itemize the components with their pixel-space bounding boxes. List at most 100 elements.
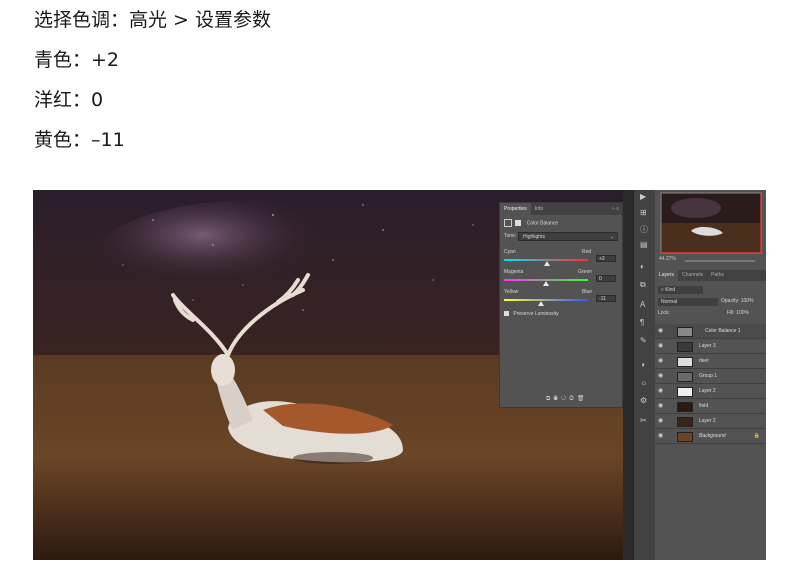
tab-properties[interactable]: Properties (500, 203, 531, 215)
tab-layers[interactable]: Layers (655, 270, 679, 281)
visibility-icon[interactable]: ◎ (569, 396, 577, 402)
tool-strip: ▶ ⊞ ⓘ ▤ ◐ ⧉ A ¶ ✎ ◑ ☼ ⚙ ✂ (633, 190, 656, 560)
color-icon[interactable]: ◐ (640, 262, 645, 271)
magenta-green-value[interactable]: 0 (596, 275, 616, 282)
histogram-icon[interactable]: ▤ (640, 240, 648, 249)
styles-icon[interactable]: ☼ (640, 378, 647, 387)
chevron-down-icon: ⌄ (609, 234, 614, 240)
lock-icon: 🔒 (753, 433, 760, 439)
layer-thumbnail (677, 327, 693, 337)
fill-control[interactable]: Fill: 100% (727, 310, 749, 316)
lock-controls: Lock: (658, 310, 670, 316)
instruction-line-1: 选择色调：高光 > 设置参数 (34, 9, 271, 31)
layer-row[interactable]: ◉ Color Balance 1 (655, 324, 766, 339)
kind-label: Kind (665, 287, 676, 293)
instruction-line-4: 黄色：–11 (34, 129, 125, 151)
tools-icon[interactable]: ✂ (640, 416, 647, 425)
layer-thumbnail (677, 387, 693, 397)
tab-paths[interactable]: Paths (707, 270, 728, 281)
zoom-slider[interactable] (685, 260, 755, 262)
adjustment-title: Color Balance (526, 220, 559, 227)
tone-value: Highlights (523, 234, 545, 240)
reset-icon[interactable]: ↺ (561, 396, 569, 402)
layer-thumbnail (677, 417, 693, 427)
color-balance-icon (504, 219, 512, 227)
layer-thumbnail (677, 432, 693, 442)
kind-filter[interactable]: ⌕ Kind (658, 286, 703, 294)
layer-name: deer (699, 358, 710, 364)
layer-name: Group 1 (699, 373, 718, 379)
preserve-luminosity-row[interactable]: Preserve Luminosity (504, 311, 618, 317)
eye-icon[interactable]: ◉ (658, 324, 663, 338)
adjustment-header: Color Balance (504, 219, 618, 227)
eye-icon[interactable]: ◉ (658, 339, 663, 353)
slider-left-label: Cyan (504, 249, 516, 255)
checkbox-checked-icon[interactable] (504, 311, 509, 317)
character-icon[interactable]: A (640, 300, 645, 309)
yellow-blue-value[interactable]: -11 (596, 295, 616, 302)
panel-menu-icon[interactable]: » ≡ (612, 203, 622, 215)
layer-row[interactable]: ◉ deer (655, 354, 766, 369)
layers-tabs: Layers Channels Paths (655, 270, 766, 281)
layer-row[interactable]: ◉ Background 🔒 (655, 429, 766, 444)
photoshop-screenshot: Properties Info » ≡ Color Balance Tone: … (33, 190, 766, 560)
view-previous-icon[interactable]: ◉ (553, 396, 561, 402)
navigator-icon[interactable]: ⊞ (640, 208, 647, 217)
layer-row[interactable]: ◉ field (655, 399, 766, 414)
panel-footer-icons: ⧉◉↺◎🗑 (546, 395, 587, 403)
paragraph-icon[interactable]: ¶ (640, 318, 644, 327)
layer-name: Background (699, 433, 726, 439)
info-icon[interactable]: ⓘ (640, 224, 648, 235)
slider-right-label: Green (578, 269, 592, 275)
cyan-red-slider-thumb[interactable] (543, 261, 550, 266)
layer-row[interactable]: ◉ Layer 2 (655, 384, 766, 399)
play-icon[interactable]: ▶ (640, 192, 646, 201)
tab-channels[interactable]: Channels (678, 270, 707, 281)
slider-left-label: Yellow (504, 289, 519, 295)
layer-row[interactable]: ◉ Layer 2 (655, 414, 766, 429)
layer-row[interactable]: ◉ Layer 3 (655, 339, 766, 354)
properties-panel[interactable]: Properties Info » ≡ Color Balance Tone: … (499, 202, 623, 408)
layer-name: Layer 2 (699, 418, 716, 424)
layers-icon[interactable]: ⧉ (640, 280, 646, 290)
layer-row[interactable]: ◉ Group 1 (655, 369, 766, 384)
magenta-green-slider-thumb[interactable] (543, 281, 549, 286)
opacity-label: Opacity: (721, 298, 740, 304)
eye-icon[interactable]: ◉ (658, 369, 663, 383)
instruction-line-2: 青色：+2 (34, 49, 120, 71)
eye-icon[interactable]: ◉ (658, 414, 663, 428)
layer-name: field (699, 403, 709, 409)
layer-name: Layer 3 (699, 343, 716, 349)
tone-select[interactable]: Highlights ⌄ (518, 232, 618, 241)
navigator-preview (661, 193, 761, 253)
cyan-red-value[interactable]: +2 (596, 255, 616, 262)
layer-thumbnail (677, 357, 693, 367)
adjustments-icon[interactable]: ◑ (640, 360, 645, 369)
lock-label: Lock: (658, 310, 670, 316)
fill-label: Fill: (727, 310, 735, 316)
eye-icon[interactable]: ◉ (658, 399, 663, 413)
tone-row: Tone: Highlights ⌄ (504, 232, 618, 243)
slider-right-label: Blue (582, 289, 593, 295)
eye-icon[interactable]: ◉ (658, 429, 663, 443)
properties-icon[interactable]: ⚙ (640, 396, 647, 405)
tab-info[interactable]: Info (531, 203, 547, 215)
zoom-readout[interactable]: 44.27% (659, 256, 676, 262)
opacity-control[interactable]: Opacity: 100% (721, 298, 754, 304)
layer-thumbnail (677, 402, 693, 412)
folder-icon (677, 372, 693, 382)
preserve-luminosity-label: Preserve Luminosity (513, 311, 559, 317)
eye-icon[interactable]: ◉ (658, 354, 663, 368)
trash-icon[interactable]: 🗑 (577, 396, 588, 402)
fill-value[interactable]: 100% (736, 310, 749, 316)
yellow-blue-slider[interactable] (504, 299, 588, 301)
brush-icon[interactable]: ✎ (640, 336, 647, 345)
layer-thumbnail (677, 342, 693, 352)
instruction-line-3: 洋红：0 (34, 89, 104, 111)
mask-icon[interactable] (515, 220, 522, 226)
blend-mode-select[interactable]: Normal (658, 298, 718, 306)
yellow-blue-slider-thumb[interactable] (538, 301, 545, 306)
eye-icon[interactable]: ◉ (658, 384, 663, 398)
navigator-thumbnail[interactable] (660, 192, 762, 254)
opacity-value[interactable]: 100% (741, 298, 754, 304)
